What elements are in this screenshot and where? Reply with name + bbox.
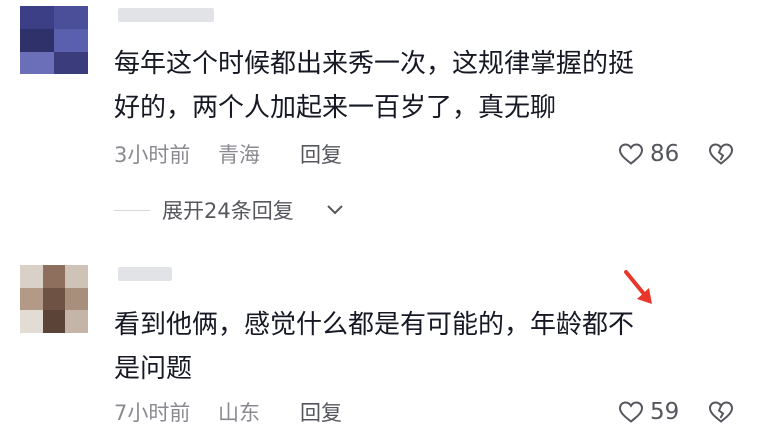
- comment-location: 青海: [218, 143, 260, 167]
- like-button[interactable]: 59: [618, 398, 688, 428]
- avatar[interactable]: [20, 265, 88, 333]
- comment-time: 7小时前: [114, 401, 191, 425]
- dislike-button[interactable]: [708, 142, 736, 168]
- like-count: 86: [650, 141, 680, 167]
- comment-text-line: 是问题: [114, 354, 193, 384]
- comment-item: 每年这个时候都出来秀一次，这规律掌握的挺 好的，两个人加起来一百岁了，真无聊 3…: [0, 0, 766, 185]
- comment-text-line: 看到他俩，感觉什么都是有可能的，年龄都不: [114, 310, 635, 340]
- broken-heart-icon: [708, 400, 736, 424]
- like-count: 59: [650, 399, 680, 425]
- like-button[interactable]: 86: [618, 140, 688, 170]
- comment-time: 3小时前: [114, 143, 191, 167]
- reply-button[interactable]: 回复: [300, 400, 342, 426]
- comment-text-line: 每年这个时候都出来秀一次，这规律掌握的挺: [114, 49, 635, 79]
- reply-button[interactable]: 回复: [300, 142, 342, 168]
- expand-replies[interactable]: 展开24条回复: [114, 196, 374, 226]
- red-arrow-icon: [618, 268, 658, 308]
- dislike-button[interactable]: [708, 400, 736, 426]
- chevron-down-icon: [326, 203, 344, 217]
- comment-text-line: 好的，两个人加起来一百岁了，真无聊: [114, 93, 557, 123]
- comment-location: 山东: [218, 401, 260, 425]
- expand-divider: [114, 210, 150, 211]
- username-blurred[interactable]: [118, 8, 214, 22]
- broken-heart-icon: [708, 142, 736, 166]
- avatar[interactable]: [20, 6, 88, 74]
- heart-outline-icon: [618, 400, 644, 424]
- username-blurred[interactable]: [118, 267, 172, 281]
- heart-outline-icon: [618, 142, 644, 166]
- expand-replies-label: 展开24条回复: [162, 199, 294, 223]
